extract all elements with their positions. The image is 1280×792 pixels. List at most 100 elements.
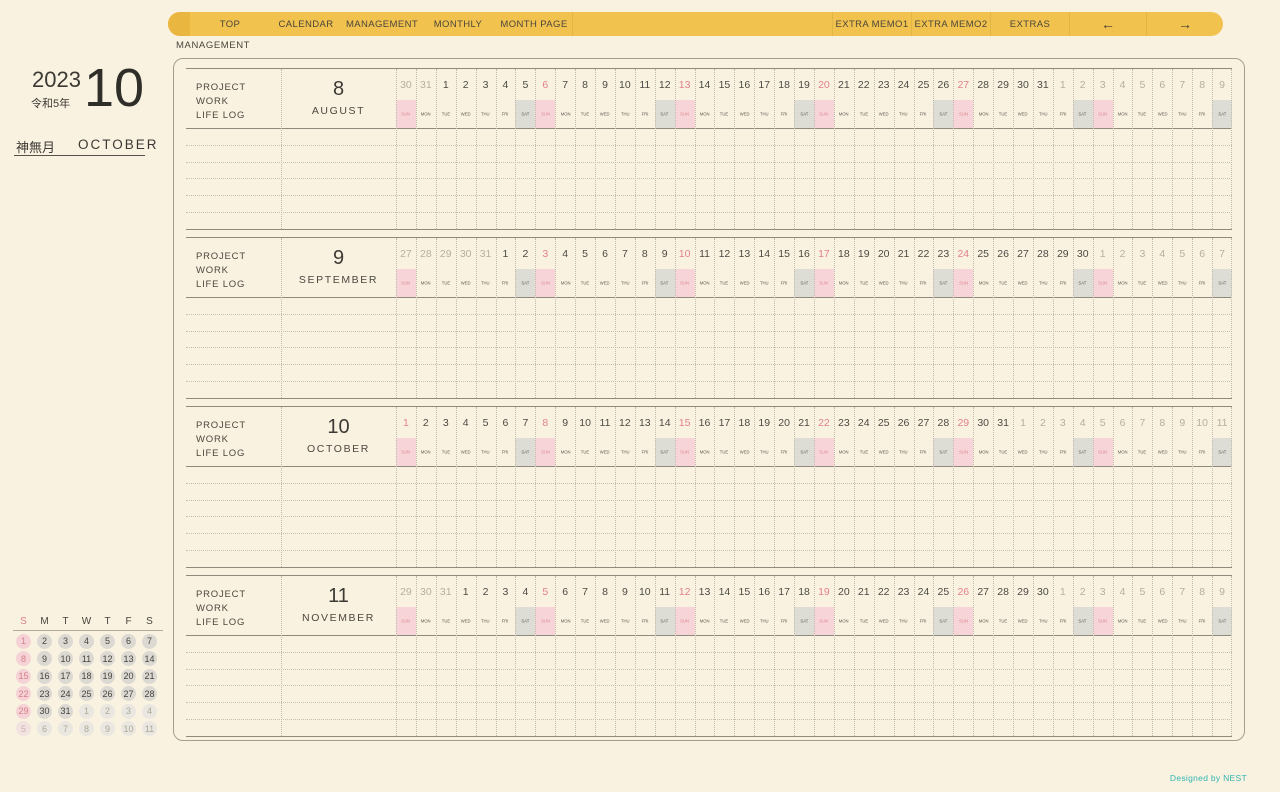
weekday-label: SUN xyxy=(814,100,834,128)
nav-item-calendar[interactable]: CALENDAR xyxy=(268,12,344,36)
date-cell: 4 MON xyxy=(1113,69,1133,128)
month-header-september[interactable]: 9 SEPTEMBER xyxy=(281,238,396,297)
date-number: 26 xyxy=(957,585,970,598)
date-cell: 31 TUE xyxy=(993,407,1013,466)
weekday-label: TUE xyxy=(1138,280,1147,286)
weekday-label: FRI xyxy=(1059,449,1067,455)
date-number: 3 xyxy=(502,585,509,598)
date-number: 31 xyxy=(420,78,432,91)
date-cell: 1 TUE xyxy=(436,69,456,128)
month-header-november[interactable]: 11 NOVEMBER xyxy=(281,576,396,635)
nav-item-month-page[interactable]: MONTH PAGE xyxy=(496,12,572,36)
next-page-arrow[interactable]: → xyxy=(1146,12,1223,36)
date-cell: 31 TUE xyxy=(436,576,456,635)
row-labels: PROJECT WORK LIFE LOG xyxy=(186,238,281,297)
month-header-october[interactable]: 10 OCTOBER xyxy=(281,407,396,466)
weekday-label: TUE xyxy=(859,618,868,624)
weekday-label: WED xyxy=(460,111,471,117)
date-number: 28 xyxy=(937,416,950,429)
nav-item-extras[interactable]: EXTRAS xyxy=(990,12,1069,36)
month-underline-divider xyxy=(14,155,145,156)
mini-calendar-day: 21 xyxy=(142,668,157,684)
date-cell: 9 SAT xyxy=(1212,576,1232,635)
date-cell: 19 SAT xyxy=(794,69,814,128)
prev-page-arrow[interactable]: ← xyxy=(1069,12,1146,36)
mini-calendar-week: 5 6 7 8 9 10 11 xyxy=(13,721,163,736)
date-cell: 6 MON xyxy=(555,576,575,635)
date-cell: 30 SAT xyxy=(1072,238,1093,297)
weekday-label: MON xyxy=(699,280,710,286)
date-number: 24 xyxy=(917,585,930,598)
nav-item-extra-memo2[interactable]: EXTRA MEMO2 xyxy=(911,12,990,36)
date-number: 10 xyxy=(1196,416,1208,429)
month-block-october: PROJECT WORK LIFE LOG 10 OCTOBER 1 SUN 2 MON 3 TUE… xyxy=(186,406,1232,568)
mini-calendar-day: 20 xyxy=(121,668,136,684)
date-cell: 27 FRI xyxy=(914,407,934,466)
date-number: 30 xyxy=(400,78,412,91)
date-number: 15 xyxy=(778,247,790,260)
weekday-label: WED xyxy=(1157,618,1168,624)
nav-item-monthly[interactable]: MONTHLY xyxy=(420,12,496,36)
month-header-august[interactable]: 8 AUGUST xyxy=(281,69,396,128)
nav-item-extra-memo1[interactable]: EXTRA MEMO1 xyxy=(832,12,911,36)
weekday-label: THU xyxy=(620,618,630,624)
date-cell: 6 WED xyxy=(595,238,615,297)
weekday-label: WED xyxy=(1018,280,1028,286)
weekday-label: TUE xyxy=(580,449,590,455)
date-number: 31 xyxy=(1037,78,1049,91)
mini-calendar-day: 2 xyxy=(37,633,52,649)
row-label-project: PROJECT xyxy=(196,82,246,93)
weekday-label: SUN xyxy=(1092,438,1113,466)
nav-item-top[interactable]: TOP xyxy=(192,12,268,36)
weekday-label: FRI xyxy=(780,449,788,455)
mini-calendar-day: 12 xyxy=(100,651,115,666)
date-number: 17 xyxy=(778,585,790,598)
weekday-label: SUN xyxy=(674,269,695,297)
nav-item-management[interactable]: MANAGEMENT xyxy=(344,12,420,36)
date-cell: 29 WED xyxy=(1013,576,1033,635)
weekday-label: FRI xyxy=(920,280,927,286)
date-cell: 14 THU xyxy=(754,238,774,297)
date-cell: 3 THU xyxy=(476,69,496,128)
date-number: 20 xyxy=(778,416,790,429)
date-cell: 20 MON xyxy=(834,576,854,635)
date-number: 17 xyxy=(758,78,771,91)
mini-calendar-day: 13 xyxy=(121,651,136,666)
date-number: 15 xyxy=(738,585,751,598)
weekday-label: FRI xyxy=(1198,111,1206,117)
date-cell: 22 FRI xyxy=(914,238,934,297)
date-cell: 28 MON xyxy=(416,238,436,297)
weekday-label: SAT xyxy=(1212,100,1232,128)
weekday-label: TUE xyxy=(1138,449,1147,455)
date-cell: 14 MON xyxy=(695,69,715,128)
weekday-label: WED xyxy=(878,111,889,117)
date-number: 12 xyxy=(658,78,671,91)
date-cell: 17 THU xyxy=(754,69,774,128)
weekday-label: TUE xyxy=(580,280,590,286)
date-cell: 26 SUN xyxy=(953,576,974,635)
date-cell: 28 SAT xyxy=(933,407,954,466)
month-block-august: PROJECT WORK LIFE LOG 8 AUGUST 30 SUN 31 MON 1 TUE… xyxy=(186,68,1232,230)
weekday-label: WED xyxy=(1157,280,1168,286)
mini-cal-weekday: T xyxy=(104,616,111,627)
date-number: 16 xyxy=(698,416,711,429)
date-cell: 15 WED xyxy=(734,576,754,635)
mini-calendar-day: 3 xyxy=(121,703,136,719)
date-number: 5 xyxy=(522,78,529,91)
date-number: 4 xyxy=(502,78,509,91)
date-cell: 24 FRI xyxy=(914,576,934,635)
row-label-work: WORK xyxy=(196,96,229,107)
writing-row-line xyxy=(186,213,1232,229)
date-number: 12 xyxy=(678,585,691,598)
date-cell: 25 SAT xyxy=(933,576,954,635)
weekday-label: MON xyxy=(560,449,571,455)
date-cell: 5 TUE xyxy=(1132,69,1152,128)
weekday-label: WED xyxy=(600,111,610,117)
weekday-label: THU xyxy=(899,111,908,117)
date-cell: 27 MON xyxy=(973,576,993,635)
date-number: 1 xyxy=(442,78,449,91)
weekday-label: TUE xyxy=(1138,111,1147,117)
date-number: 11 xyxy=(639,78,651,91)
weekday-label: THU xyxy=(1038,618,1048,624)
weekday-label: MON xyxy=(838,111,849,117)
